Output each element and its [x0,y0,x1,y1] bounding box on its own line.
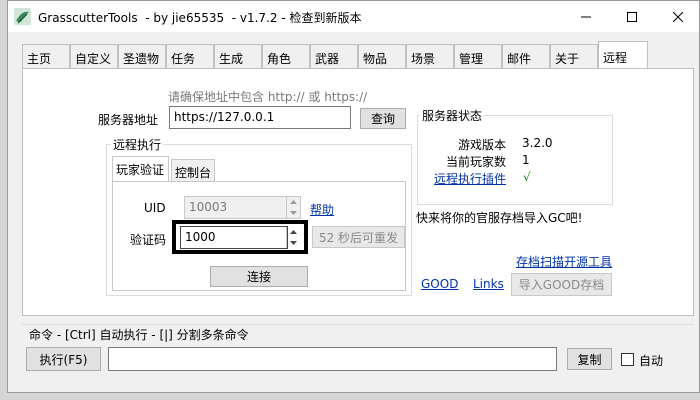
auto-checkbox[interactable] [621,353,634,366]
server-address-label: 服务器地址 [98,113,159,127]
maximize-button[interactable] [609,1,655,32]
server-address-input[interactable]: https://127.0.0.1 [169,106,351,129]
remote-tab-panel: 请确保地址中包含 http:// 或 https:// 服务器地址 https:… [22,68,694,316]
tab-spawn[interactable]: 生成 [214,44,262,68]
tab-player-verify[interactable]: 玩家验证 [112,156,169,181]
tab-weapons[interactable]: 武器 [310,44,358,68]
game-version-label: 游戏版本 [458,138,507,152]
tab-quests[interactable]: 任务 [166,44,214,68]
plugin-status-value: √ [523,170,531,184]
game-version-value: 3.2.0 [522,136,553,150]
uid-spinner[interactable] [286,197,300,218]
grasscutter-app-icon [14,8,31,25]
query-button[interactable]: 查询 [360,108,406,129]
spin-up-icon[interactable] [287,227,300,238]
good-link[interactable]: GOOD [421,277,458,291]
maximize-icon [627,11,637,22]
command-input[interactable] [108,347,557,371]
verify-code-label: 验证码 [130,233,167,247]
app-window: GrasscutterTools - by jie65535 - v1.7.2 … [7,0,700,393]
command-label: 命令 - [Ctrl] 自动执行 - [|] 分割多条命令 [29,328,249,342]
import-good-button[interactable]: 导入GOOD存档 [511,273,612,296]
tab-remote[interactable]: 远程 [598,41,648,69]
close-button[interactable] [655,1,700,32]
connect-button[interactable]: 连接 [210,266,308,287]
spin-up-icon[interactable] [287,197,300,208]
tab-mail[interactable]: 邮件 [502,44,550,68]
tab-scenes[interactable]: 场景 [406,44,454,68]
address-hint: 请确保地址中包含 http:// 或 https:// [168,90,368,104]
help-link[interactable]: 帮助 [310,201,334,218]
tab-artifacts[interactable]: 圣遗物 [118,44,166,68]
save-scanner-link[interactable]: 存档扫描开源工具 [516,253,612,270]
server-status-title: 服务器状态 [420,107,485,124]
verify-code-spinner[interactable] [286,227,300,248]
resend-button[interactable]: 52 秒后可重发 [312,226,405,248]
minimize-icon [581,16,591,17]
tab-avatars[interactable]: 角色 [262,44,310,68]
player-count-value: 1 [522,153,530,167]
close-icon [673,11,683,22]
auto-label: 自动 [639,354,664,368]
server-status-group: 服务器状态 游戏版本 3.2.0 当前玩家数 1 远程执行插件 √ [417,107,613,205]
uid-label: UID [144,201,166,215]
remote-exec-title: 远程执行 [111,136,164,153]
tab-home[interactable]: 主页 [22,44,70,68]
spin-down-icon[interactable] [287,208,300,219]
verify-code-highlight: 1000 [172,220,308,254]
tab-items[interactable]: 物品 [358,44,406,68]
verify-code-input[interactable]: 1000 [180,226,288,249]
import-hint: 快来将你的官服存档导入GC吧! [416,211,583,225]
remote-exec-group: 远程执行 玩家验证 控制台 UID 10003 帮助 验证码 1000 52 秒… [106,136,412,296]
window-title: GrasscutterTools - by jie65535 - v1.7.2 … [38,11,362,25]
tab-custom[interactable]: 自定义 [70,44,118,68]
remote-plugin-link[interactable]: 远程执行插件 [434,170,506,187]
command-group: 命令 - [Ctrl] 自动执行 - [|] 分割多条命令 执行(F5) 复制 … [22,324,694,376]
player-count-label: 当前玩家数 [446,155,507,169]
uid-input[interactable]: 10003 [184,196,301,219]
links-link[interactable]: Links [473,277,504,291]
player-verify-panel: UID 10003 帮助 验证码 1000 52 秒后可重发 连接 [112,181,406,291]
minimize-button[interactable] [563,1,609,32]
execute-button[interactable]: 执行(F5) [26,347,101,371]
tab-console[interactable]: 控制台 [171,159,215,181]
tab-about[interactable]: 关于 [550,44,598,68]
spin-down-icon[interactable] [287,238,300,249]
title-bar: GrasscutterTools - by jie65535 - v1.7.2 … [8,1,699,32]
copy-button[interactable]: 复制 [567,348,612,370]
tab-manage[interactable]: 管理 [454,44,502,68]
